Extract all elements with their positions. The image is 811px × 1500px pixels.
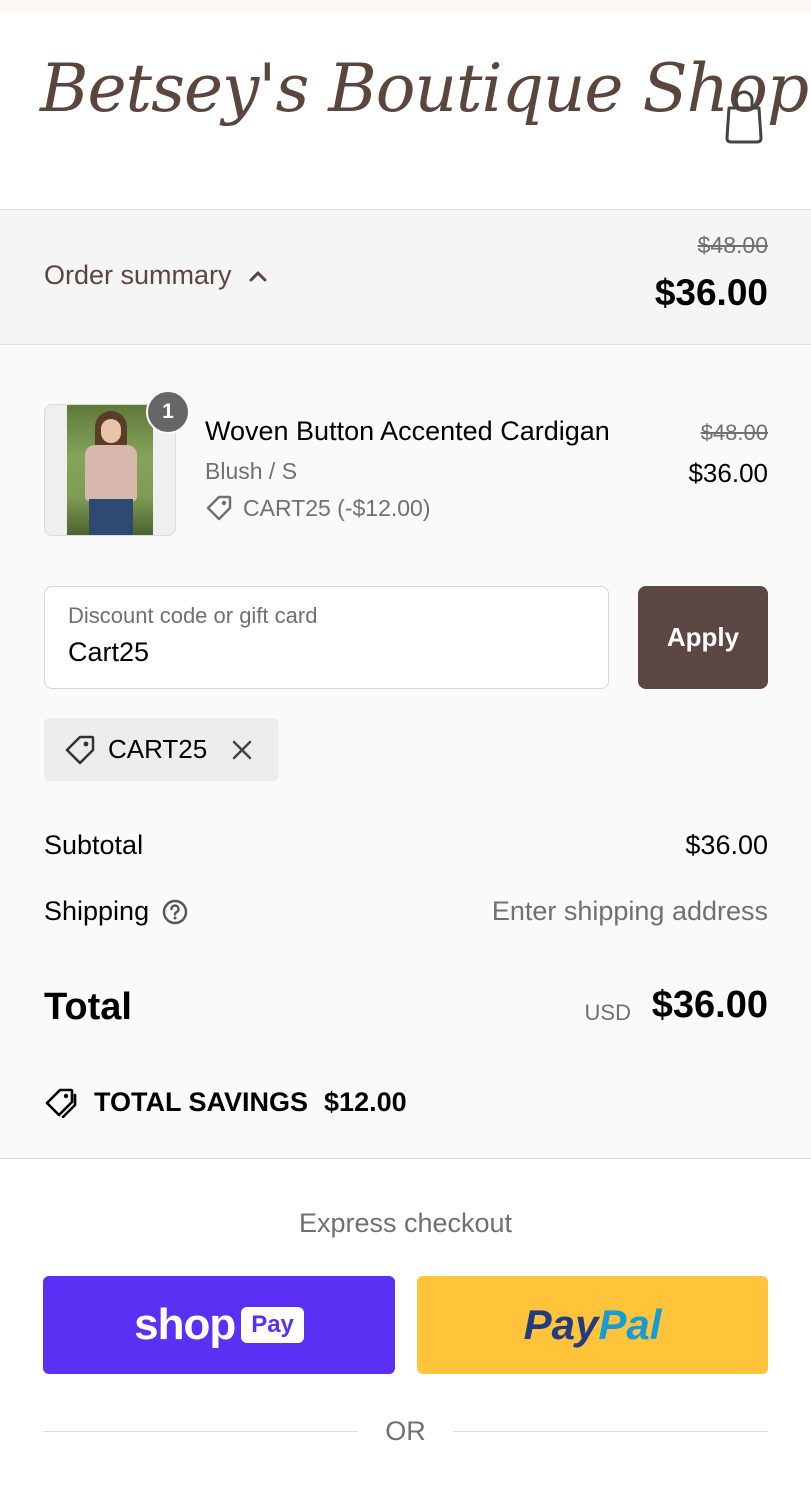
total-currency: USD bbox=[584, 1000, 631, 1025]
top-strip bbox=[0, 0, 811, 12]
product-original-price: $48.00 bbox=[700, 420, 768, 445]
shop-pay-button[interactable]: shop Pay bbox=[43, 1276, 395, 1374]
order-summary-label: Order summary bbox=[44, 260, 232, 290]
apply-button[interactable]: Apply bbox=[638, 586, 768, 689]
product-name: Woven Button Accented Cardigan bbox=[205, 416, 610, 446]
total-savings: TOTAL SAVINGS $12.00 bbox=[44, 1086, 407, 1118]
order-summary-bar[interactable]: Order summary $48.00 $36.00 bbox=[0, 210, 811, 345]
subtotal-label: Subtotal bbox=[44, 830, 144, 860]
subtotal-value: $36.00 bbox=[685, 830, 768, 860]
discount-code-field[interactable]: Discount code or gift card Cart25 bbox=[44, 586, 609, 689]
product-price: $36.00 bbox=[688, 458, 768, 488]
help-icon[interactable] bbox=[161, 898, 189, 926]
discount-code-input[interactable]: Cart25 bbox=[68, 637, 149, 668]
order-summary-toggle[interactable]: Order summary bbox=[44, 260, 268, 291]
shipping-value: Enter shipping address bbox=[491, 896, 768, 926]
product-variant: Blush / S bbox=[205, 458, 298, 484]
paypal-pay-text: Pay bbox=[523, 1301, 599, 1348]
shopping-bag-icon[interactable] bbox=[724, 88, 764, 144]
product-discount: CART25 (-$12.00) bbox=[205, 494, 431, 522]
applied-discount-code: CART25 bbox=[108, 734, 208, 764]
remove-discount-icon[interactable] bbox=[231, 739, 253, 761]
chevron-up-icon bbox=[249, 271, 267, 281]
express-checkout-title: Express checkout bbox=[298, 1208, 513, 1238]
paypal-pal-text: Pal bbox=[598, 1301, 662, 1348]
applied-discount-chip: CART25 bbox=[44, 718, 279, 781]
tag-icon bbox=[65, 735, 95, 764]
total-label: Total bbox=[44, 986, 132, 1028]
product-image bbox=[67, 405, 153, 535]
paypal-button[interactable]: Pay Pal bbox=[417, 1276, 768, 1374]
store-logo[interactable]: Betsey's Boutique Shop bbox=[40, 50, 809, 127]
summary-original-price: $48.00 bbox=[697, 232, 768, 258]
savings-value: $12.00 bbox=[324, 1086, 407, 1117]
shipping-row: Shipping bbox=[44, 896, 189, 927]
or-divider: OR bbox=[43, 1412, 768, 1452]
quantity-badge: 1 bbox=[146, 390, 190, 434]
order-summary-content: 1 Woven Button Accented Cardigan Blush /… bbox=[0, 346, 811, 1159]
summary-price: $36.00 bbox=[654, 272, 768, 313]
shop-pay-wordmark: shop bbox=[134, 1300, 236, 1349]
savings-tag-icon bbox=[45, 1088, 77, 1118]
tag-icon bbox=[206, 495, 232, 521]
total-value: $36.00 bbox=[651, 984, 768, 1026]
divider-line-right bbox=[453, 1431, 768, 1432]
product-discount-label: CART25 (-$12.00) bbox=[243, 494, 431, 521]
store-header: Betsey's Boutique Shop bbox=[0, 12, 811, 210]
shipping-label: Shipping bbox=[44, 896, 150, 926]
shop-pay-pill: Pay bbox=[241, 1307, 304, 1343]
discount-code-label: Discount code or gift card bbox=[68, 603, 318, 628]
savings-label: TOTAL SAVINGS bbox=[94, 1086, 309, 1117]
